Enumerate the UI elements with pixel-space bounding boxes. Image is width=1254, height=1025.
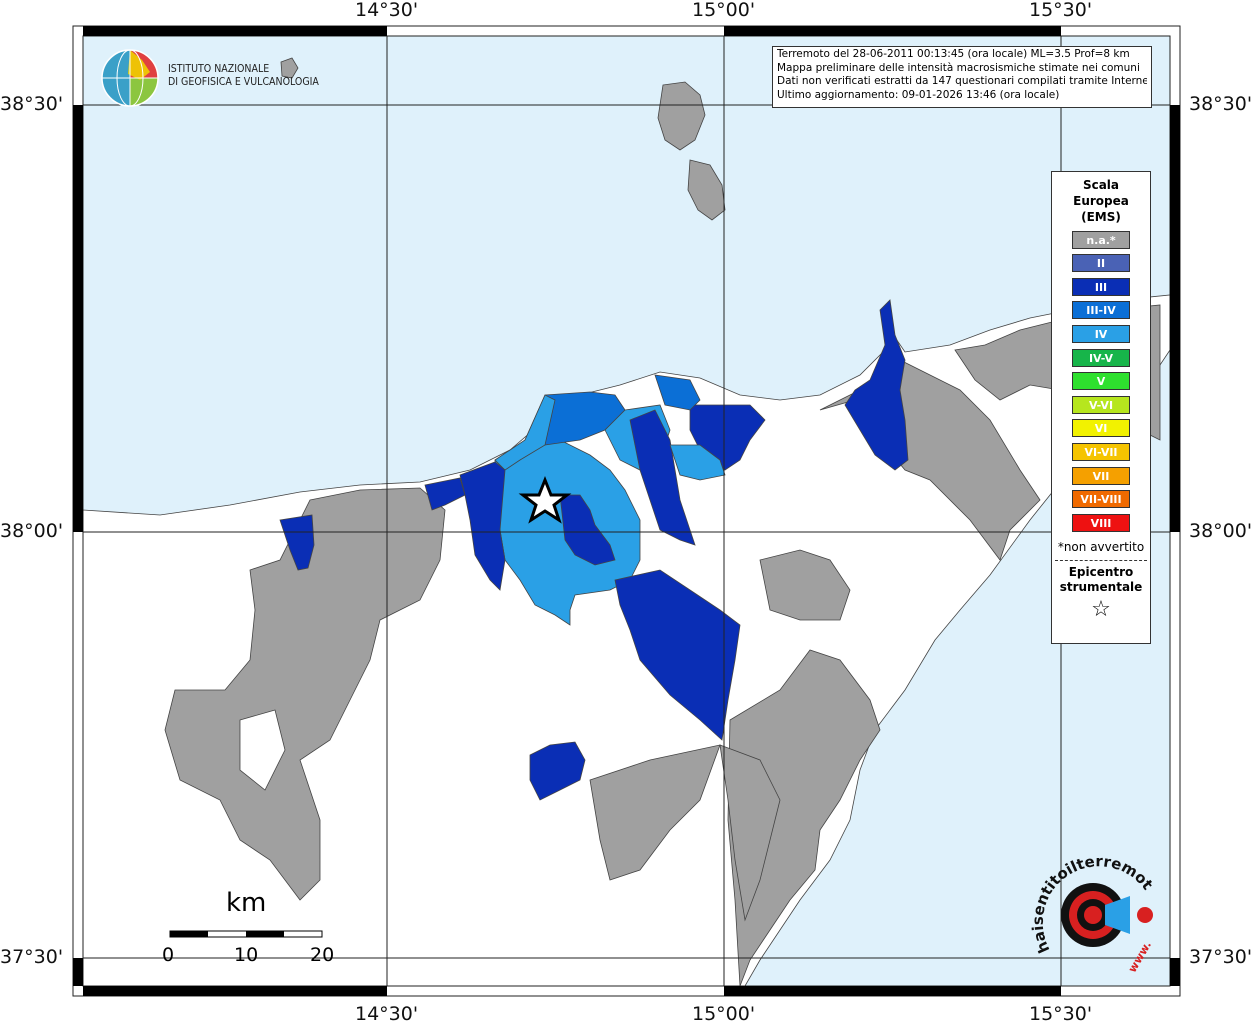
legend-item-11: VII-VIII [1072,490,1130,509]
ingv-logo-icon [101,49,159,107]
lon-label-top-2: 15°00' [692,0,756,21]
legend-item-12: VIII [1072,513,1130,532]
scale-tick-10: 10 [234,944,259,966]
watermark-text: haisentitoilterremoto.it [1030,855,1157,956]
lon-label-bottom-1: 14°30' [355,1003,419,1025]
legend-item-8: VI [1072,419,1130,438]
lon-label-top-3: 15°30' [1029,0,1093,21]
institute-line-1: ISTITUTO NAZIONALE [168,63,270,75]
svg-text:haisentitoilterremoto.it: haisentitoilterremoto.it [1030,855,1157,956]
legend-title: Scala Europea (EMS) [1052,177,1150,225]
legend-item-2: III [1072,277,1130,296]
event-info-line-3: Dati non verificati estratti da 147 ques… [777,75,1147,87]
lat-label-left-2: 38°00' [0,520,64,542]
legend-title-line-2: Europea [1073,194,1129,208]
lat-label-left-3: 37°30' [0,946,64,968]
legend-item-0: n.a.* [1072,230,1130,249]
lon-label-bottom-2: 15°00' [692,1003,756,1025]
event-info-line-4: Ultimo aggiornamento: 09-01-2026 13:46 (… [777,88,1060,101]
legend-item-4: IV [1072,324,1130,343]
lat-label-right-2: 38°00' [1189,520,1253,542]
legend-star-icon: ☆ [1091,596,1111,622]
legend-epicenter-label: Epicentro strumentale [1052,565,1150,595]
legend-item-6: V [1072,372,1130,391]
scale-bar [169,930,323,938]
legend-items: n.a.* II III III-IV IV IV-V V V-VI VI VI-VII VII VI… [1052,230,1150,532]
event-info-line-2: Mappa preliminare delle intensità macros… [777,61,1140,74]
legend-separator [1055,559,1147,561]
legend-item-10: VII [1072,466,1130,485]
legend-item-1: II [1072,254,1130,273]
event-info-box: Terremoto del 28-06-2011 00:13:45 (ora l… [772,46,1152,108]
institute-line-2: DI GEOFISICA E VULCANOLOGIA [168,76,319,88]
legend-title-line-1: Scala [1082,178,1120,192]
event-info-line-1: Terremoto del 28-06-2011 00:13:45 (ora l… [777,48,1130,60]
watermark-prefix: www. [1126,939,1154,975]
lat-label-right-3: 37°30' [1189,946,1253,968]
legend-item-5: IV-V [1072,348,1130,367]
legend-item-9: VI-VII [1072,442,1130,461]
legend-item-7: V-VI [1072,395,1130,414]
legend-epicenter-line-2: strumentale [1059,579,1143,594]
watermark: haisentitoilterremoto.it www. [1030,855,1157,975]
lon-label-top-1: 14°30' [355,0,419,21]
legend-epicenter-line-1: Epicentro [1068,564,1134,579]
scale-unit: km [226,888,267,918]
legend-title-line-3: (EMS) [1081,210,1121,224]
legend-item-3: III-IV [1072,301,1130,320]
institute-name: ISTITUTO NAZIONALE DI GEOFISICA E VULCAN… [168,63,319,89]
lat-label-right-1: 38°30' [1189,93,1253,115]
scale-tick-0: 0 [162,944,175,966]
ems-legend: Scala Europea (EMS) n.a.* II III III-IV IV IV… [1051,171,1151,644]
lat-label-left-1: 38°30' [0,93,64,115]
lon-label-bottom-3: 15°30' [1029,1003,1093,1025]
scale-tick-20: 20 [310,944,335,966]
legend-note: *non avvertito [1057,539,1145,554]
